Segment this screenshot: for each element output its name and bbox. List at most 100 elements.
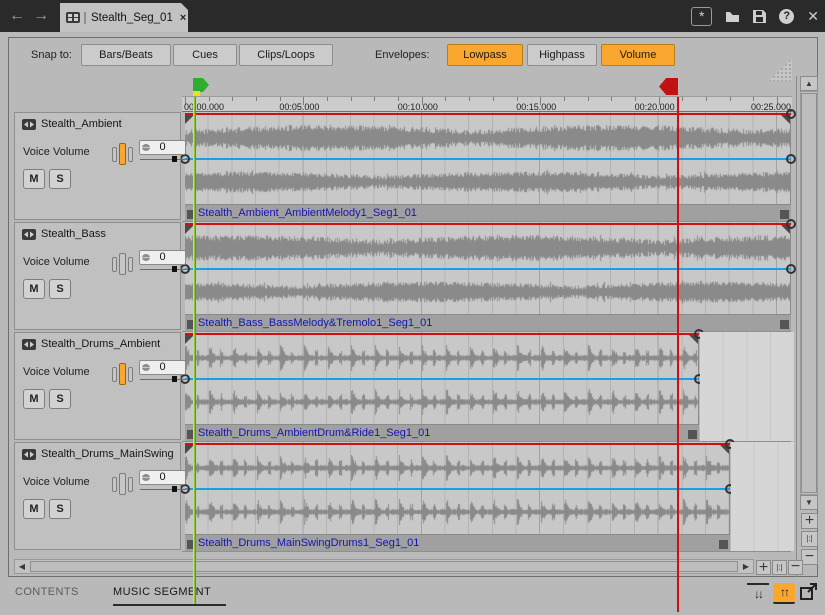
track-header-stealth_ambient[interactable]: Stealth_AmbientVoice Volume0MS xyxy=(14,112,181,220)
pin-view-icon[interactable]: * xyxy=(691,7,712,26)
volume-slider-track[interactable] xyxy=(140,269,185,270)
snap-cues-button[interactable]: Cues xyxy=(173,44,237,66)
volume-envelope-line[interactable] xyxy=(185,443,730,445)
track-header-stealth_drums_mainswing[interactable]: Stealth_Drums_MainSwingVoice Volume0MS xyxy=(14,442,181,550)
view-tab-contents[interactable]: CONTENTS xyxy=(15,586,79,598)
volume-slider-track[interactable] xyxy=(140,159,185,160)
track-header-stealth_drums_ambient[interactable]: Stealth_Drums_AmbientVoice Volume0MS xyxy=(14,332,181,440)
voice-volume-spinner[interactable]: 0 xyxy=(139,250,186,274)
music-track-icon xyxy=(22,229,36,240)
track-name: Stealth_Drums_Ambient xyxy=(41,338,160,350)
snap-bars-beats-button[interactable]: Bars/Beats xyxy=(81,44,171,66)
lowpass-envelope-line[interactable] xyxy=(185,158,791,160)
horizontal-scrollbar[interactable]: ◀ ▶ xyxy=(14,559,754,574)
envelope-highpass-button[interactable]: Highpass xyxy=(527,44,597,66)
volume-slider-handle[interactable] xyxy=(172,156,177,162)
music-clip[interactable]: Stealth_Drums_MainSwingDrums1_Seg1_01 xyxy=(185,442,730,551)
snap-to-label: Snap to: xyxy=(31,49,72,61)
music-clip[interactable]: Stealth_Drums_AmbientDrum&Ride1_Seg1_01 xyxy=(185,332,699,441)
solo-button[interactable]: S xyxy=(49,389,71,409)
horizontal-zoom-in-button[interactable]: + xyxy=(756,560,771,575)
collapse-all-icon[interactable]: ↓↓ xyxy=(747,583,769,604)
scroll-right-icon[interactable]: ▶ xyxy=(739,560,753,573)
nav-forward-button[interactable]: → xyxy=(30,5,52,27)
music-clip[interactable]: Stealth_Bass_BassMelody&Tremolo1_Seg1_01 xyxy=(185,222,791,331)
music-track-icon xyxy=(22,339,36,350)
track-header-stealth_bass[interactable]: Stealth_BassVoice Volume0MS xyxy=(14,222,181,330)
solo-button[interactable]: S xyxy=(49,279,71,299)
mute-button[interactable]: M xyxy=(23,169,45,189)
mute-button[interactable]: M xyxy=(23,279,45,299)
view-tab-music-segment[interactable]: MUSIC SEGMENT xyxy=(113,586,211,598)
horizontal-zoom-fit-button[interactable]: |:| xyxy=(772,560,787,575)
volume-envelope-line[interactable] xyxy=(185,333,699,335)
lowpass-envelope-line[interactable] xyxy=(185,268,791,270)
vertical-zoom-in-button[interactable]: + xyxy=(801,513,818,529)
scroll-left-icon[interactable]: ◀ xyxy=(15,560,29,573)
clip-name-bar[interactable]: Stealth_Drums_AmbientDrum&Ride1_Seg1_01 xyxy=(185,424,699,441)
voice-volume-fader-icon[interactable] xyxy=(107,359,137,389)
volume-slider-handle[interactable] xyxy=(172,266,177,272)
snap-clips-loops-button[interactable]: Clips/Loops xyxy=(239,44,333,66)
volume-slider-track[interactable] xyxy=(140,379,185,380)
lowpass-envelope-line[interactable] xyxy=(185,378,699,380)
vertical-zoom-fit-button[interactable]: |:| xyxy=(801,531,818,547)
clip-name-bar[interactable]: Stealth_Drums_MainSwingDrums1_Seg1_01 xyxy=(185,534,730,551)
scroll-down-icon[interactable]: ▼ xyxy=(800,495,818,510)
volume-envelope-line[interactable] xyxy=(185,113,791,115)
hscroll-thumb[interactable] xyxy=(30,561,738,572)
track-title: Stealth_Drums_Ambient xyxy=(22,338,160,350)
ruler-tick xyxy=(493,97,494,101)
voice-volume-fader-icon[interactable] xyxy=(107,249,137,279)
solo-button[interactable]: S xyxy=(49,169,71,189)
ruler-tick xyxy=(635,97,636,101)
close-icon[interactable]: ✕ xyxy=(807,8,819,25)
timeline-ruler[interactable]: 00:00.00000:05.00000:10.00000:15.00000:2… xyxy=(182,96,792,112)
volume-envelope-point[interactable] xyxy=(786,219,796,229)
solo-button[interactable]: S xyxy=(49,499,71,519)
volume-envelope-line[interactable] xyxy=(185,223,791,225)
help-icon[interactable]: ? xyxy=(779,9,794,24)
fader-bar xyxy=(112,477,117,492)
exit-cue-flag[interactable] xyxy=(659,78,678,95)
clip-right-handle[interactable] xyxy=(688,430,697,439)
clip-right-handle[interactable] xyxy=(719,540,728,549)
voice-volume-spinner[interactable]: 0 xyxy=(139,360,186,384)
music-clip[interactable]: Stealth_Ambient_AmbientMelody1_Seg1_01 xyxy=(185,112,791,221)
expand-all-icon[interactable]: ↑↑ xyxy=(773,583,795,604)
envelope-volume-button[interactable]: Volume xyxy=(601,44,675,66)
volume-envelope-point[interactable] xyxy=(786,109,796,119)
save-icon[interactable] xyxy=(753,10,766,23)
clip-right-handle[interactable] xyxy=(780,210,789,219)
lowpass-envelope-line[interactable] xyxy=(185,488,730,490)
clip-name-bar[interactable]: Stealth_Ambient_AmbientMelody1_Seg1_01 xyxy=(185,204,791,221)
entry-cue-line[interactable] xyxy=(193,97,196,604)
vertical-zoom-out-button[interactable]: − xyxy=(801,549,818,565)
mute-button[interactable]: M xyxy=(23,389,45,409)
volume-slider-track[interactable] xyxy=(140,489,185,490)
volume-slider-handle[interactable] xyxy=(172,486,177,492)
volume-slider-handle[interactable] xyxy=(172,376,177,382)
float-view-icon[interactable] xyxy=(800,583,817,600)
ruler-time-label: 00:20.000 xyxy=(635,102,675,112)
voice-volume-spinner[interactable]: 0 xyxy=(139,140,186,164)
nav-back-button[interactable]: ← xyxy=(6,5,28,27)
clip-right-handle[interactable] xyxy=(780,320,789,329)
document-tab[interactable]: Stealth_Seg_01 × xyxy=(60,3,188,32)
entry-cue-flag[interactable] xyxy=(193,78,209,92)
voice-volume-fader-icon[interactable] xyxy=(107,469,137,499)
voice-volume-spinner[interactable]: 0 xyxy=(139,470,186,494)
vertical-scrollbar[interactable]: ▲ ▼ + |:| − xyxy=(800,76,818,603)
lowpass-envelope-point[interactable] xyxy=(786,264,796,274)
voice-volume-fader-icon[interactable] xyxy=(107,139,137,169)
mute-button[interactable]: M xyxy=(23,499,45,519)
envelope-lowpass-button[interactable]: Lowpass xyxy=(447,44,523,66)
horizontal-zoom-out-button[interactable]: − xyxy=(788,560,803,575)
open-folder-icon[interactable] xyxy=(725,10,740,23)
lowpass-envelope-point[interactable] xyxy=(786,154,796,164)
exit-cue-line[interactable] xyxy=(677,97,679,612)
cue-marker-strip[interactable] xyxy=(182,76,792,96)
tab-close-icon[interactable]: × xyxy=(180,12,186,24)
scroll-up-icon[interactable]: ▲ xyxy=(800,76,818,91)
vscroll-thumb[interactable] xyxy=(801,93,817,493)
